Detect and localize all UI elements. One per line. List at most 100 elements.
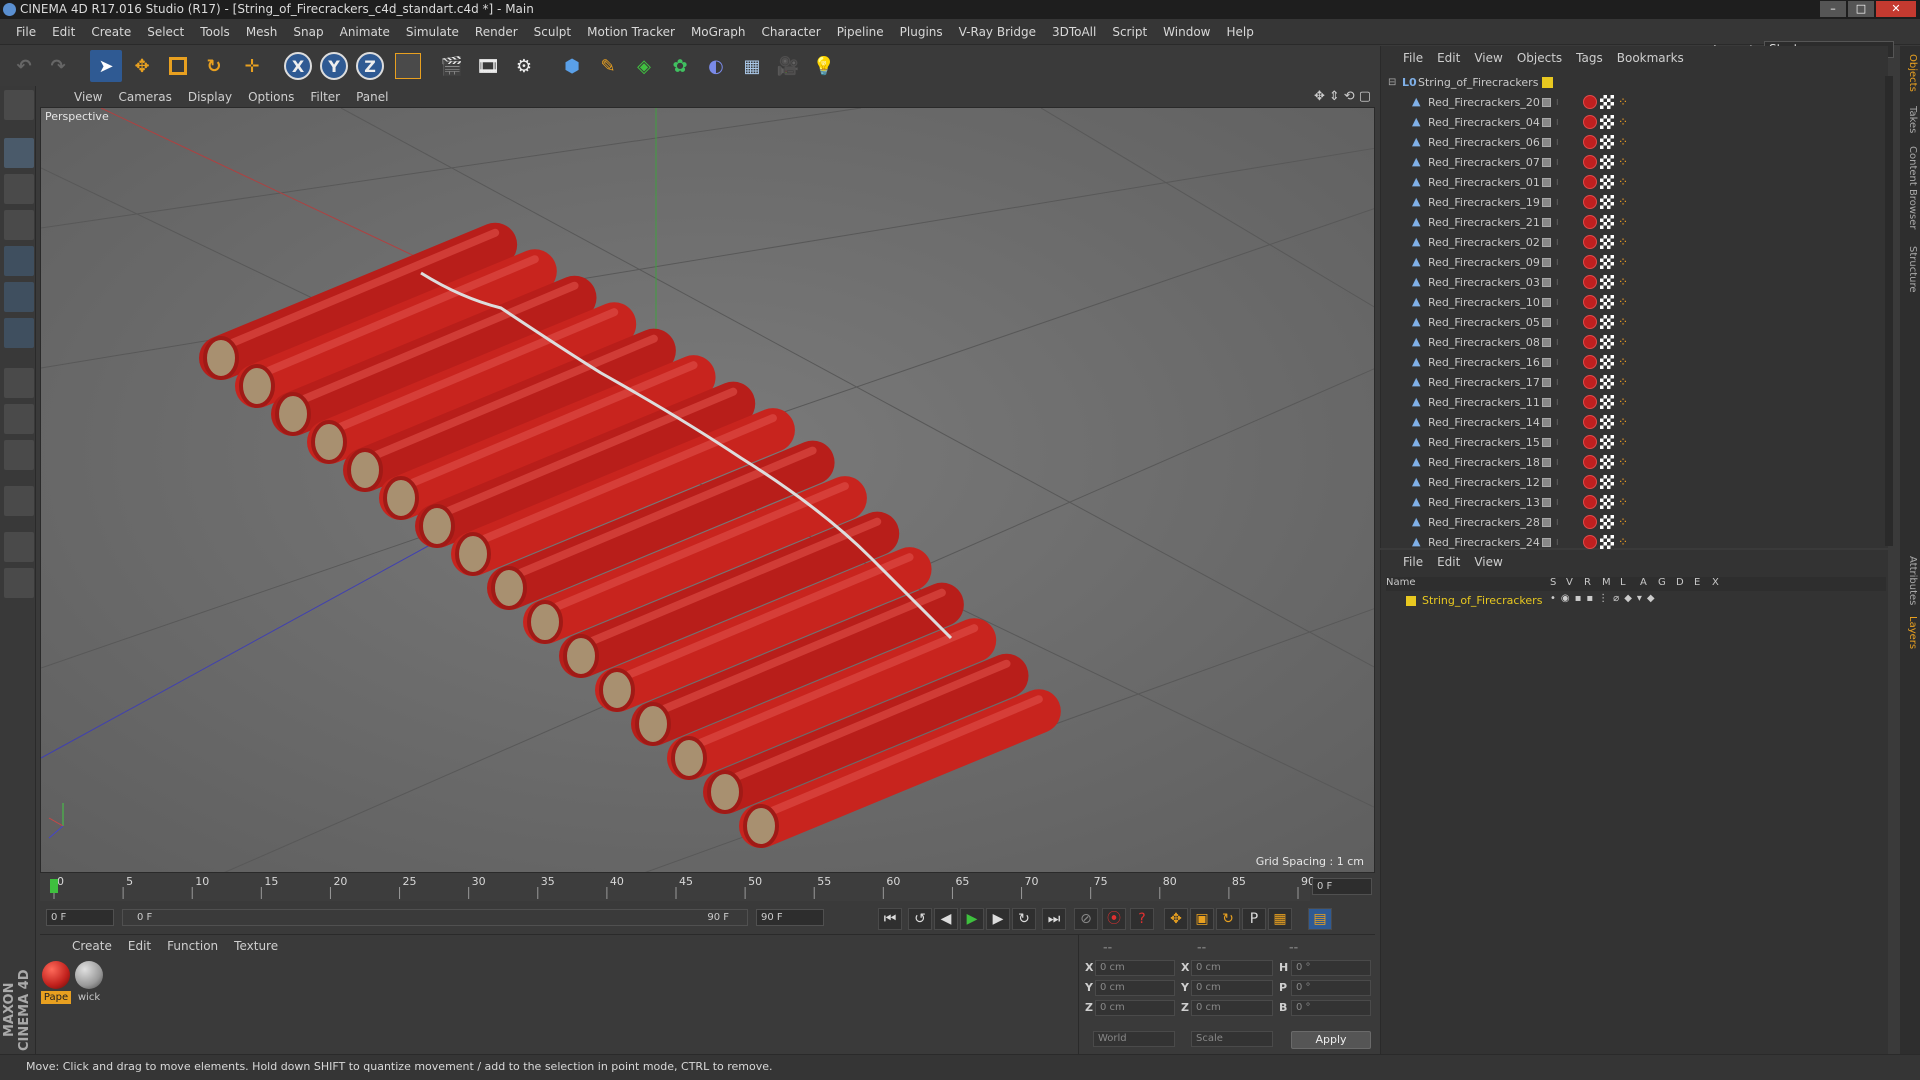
object-row[interactable]: ▲ Red_Firecrackers_17 ⁝ ⁘: [1388, 372, 1883, 392]
workplane-lock-icon[interactable]: [4, 532, 34, 562]
object-row[interactable]: ▲ Red_Firecrackers_05 ⁝ ⁘: [1388, 312, 1883, 332]
phong-tag-icon[interactable]: ⁘: [1618, 235, 1628, 249]
material-paper[interactable]: Pape: [41, 961, 71, 1004]
polygons-mode-icon[interactable]: [4, 318, 34, 348]
texture-tag-icon[interactable]: [1600, 295, 1614, 309]
layer-status-icon[interactable]: [1542, 137, 1551, 147]
viewport-maximize-icon[interactable]: ▢: [1359, 89, 1371, 104]
rot-h-field[interactable]: 0 °: [1291, 960, 1371, 976]
visibility-dots-icon[interactable]: ⁝: [1556, 198, 1559, 207]
material-tag-icon[interactable]: [1583, 195, 1597, 209]
object-row[interactable]: ▲ Red_Firecrackers_11 ⁝ ⁘: [1388, 392, 1883, 412]
cloner-icon[interactable]: ✿: [664, 50, 696, 82]
texture-tag-icon[interactable]: [1600, 375, 1614, 389]
texture-tag-icon[interactable]: [1600, 495, 1614, 509]
obj-menu-file[interactable]: File: [1396, 51, 1430, 65]
material-tag-icon[interactable]: [1583, 115, 1597, 129]
visibility-dots-icon[interactable]: ⁝: [1556, 318, 1559, 327]
phong-tag-icon[interactable]: ⁘: [1618, 195, 1628, 209]
layer-status-icon[interactable]: [1542, 457, 1551, 467]
menu-snap[interactable]: Snap: [285, 25, 331, 39]
live-selection-icon[interactable]: ➤: [90, 50, 122, 82]
menu-window[interactable]: Window: [1155, 25, 1218, 39]
material-tag-icon[interactable]: [1583, 415, 1597, 429]
texture-tag-icon[interactable]: [1600, 415, 1614, 429]
texture-tag-icon[interactable]: [1600, 315, 1614, 329]
viewport-menu-panel[interactable]: Panel: [348, 90, 396, 104]
material-menu-texture[interactable]: Texture: [226, 939, 286, 953]
phong-tag-icon[interactable]: ⁘: [1618, 215, 1628, 229]
material-tag-icon[interactable]: [1583, 535, 1597, 549]
go-to-end-icon[interactable]: ⏭: [1042, 908, 1066, 930]
material-tag-icon[interactable]: [1583, 395, 1597, 409]
play-forward-icon[interactable]: ▶: [960, 908, 984, 930]
texture-tag-icon[interactable]: [1600, 255, 1614, 269]
layer-status-icon[interactable]: [1542, 317, 1551, 327]
tweak-mode-icon[interactable]: [4, 404, 34, 434]
texture-tag-icon[interactable]: [1600, 155, 1614, 169]
layer-menu-edit[interactable]: Edit: [1430, 555, 1467, 569]
recent-tool-icon[interactable]: ✛: [236, 50, 268, 82]
menu-edit[interactable]: Edit: [44, 25, 83, 39]
viewport-menu-filter[interactable]: Filter: [302, 90, 348, 104]
rotation-key-icon[interactable]: ↻: [1216, 908, 1240, 930]
point-level-key-icon[interactable]: ▦: [1268, 908, 1292, 930]
object-row[interactable]: ▲ Red_Firecrackers_15 ⁝ ⁘: [1388, 432, 1883, 452]
undo-icon[interactable]: ↶: [8, 50, 40, 82]
visibility-dots-icon[interactable]: ⁝: [1556, 518, 1559, 527]
object-row[interactable]: ▲ Red_Firecrackers_28 ⁝ ⁘: [1388, 512, 1883, 532]
layer-menu-file[interactable]: File: [1396, 555, 1430, 569]
material-tag-icon[interactable]: [1583, 295, 1597, 309]
phong-tag-icon[interactable]: ⁘: [1618, 175, 1628, 189]
menu-mesh[interactable]: Mesh: [238, 25, 286, 39]
playhead[interactable]: [50, 879, 58, 893]
layer-row[interactable]: String_of_Firecrackers •◉▪▪⋮⌀◆▾◆: [1386, 593, 1886, 609]
y-axis-lock-icon[interactable]: Y: [318, 50, 350, 82]
phong-tag-icon[interactable]: ⁘: [1618, 315, 1628, 329]
texture-tag-icon[interactable]: [1600, 115, 1614, 129]
visibility-dots-icon[interactable]: ⁝: [1556, 478, 1559, 487]
object-row[interactable]: ▲ Red_Firecrackers_20 ⁝ ⁘: [1388, 92, 1883, 112]
phong-tag-icon[interactable]: ⁘: [1618, 535, 1628, 549]
visibility-dots-icon[interactable]: ⁝: [1556, 378, 1559, 387]
material-tag-icon[interactable]: [1583, 315, 1597, 329]
menu-tools[interactable]: Tools: [192, 25, 238, 39]
layer-status-icon[interactable]: [1542, 177, 1551, 187]
size-y-field[interactable]: 0 cm: [1191, 980, 1273, 996]
rot-b-field[interactable]: 0 °: [1291, 1000, 1371, 1016]
obj-menu-tags[interactable]: Tags: [1569, 51, 1610, 65]
tab-objects[interactable]: Objects: [1902, 54, 1918, 92]
size-z-field[interactable]: 0 cm: [1191, 1000, 1273, 1016]
material-menu-create[interactable]: Create: [64, 939, 120, 953]
menu-3dtoall[interactable]: 3DToAll: [1044, 25, 1104, 39]
object-row[interactable]: ▲ Red_Firecrackers_18 ⁝ ⁘: [1388, 452, 1883, 472]
spline-pen-icon[interactable]: ✎: [592, 50, 624, 82]
phong-tag-icon[interactable]: ⁘: [1618, 435, 1628, 449]
viewport-rotate-icon[interactable]: ⟲: [1344, 89, 1355, 104]
material-tag-icon[interactable]: [1583, 215, 1597, 229]
visibility-dots-icon[interactable]: ⁝: [1556, 398, 1559, 407]
visibility-dots-icon[interactable]: ⁝: [1556, 538, 1559, 547]
texture-tag-icon[interactable]: [1600, 335, 1614, 349]
record-keys-icon[interactable]: ⊘: [1074, 908, 1098, 930]
floor-icon[interactable]: ▦: [736, 50, 768, 82]
tab-layers[interactable]: Layers: [1902, 616, 1918, 649]
axis-mode-icon[interactable]: [4, 368, 34, 398]
texture-tag-icon[interactable]: [1600, 475, 1614, 489]
material-tag-icon[interactable]: [1583, 515, 1597, 529]
range-slider[interactable]: 0 F 90 F: [122, 909, 748, 926]
viewport-zoom-icon[interactable]: ⇕: [1329, 89, 1340, 104]
tab-structure[interactable]: Structure: [1902, 246, 1918, 293]
layer-status-icon[interactable]: [1542, 357, 1551, 367]
material-menu-edit[interactable]: Edit: [120, 939, 159, 953]
viewport-menu-view[interactable]: View: [66, 90, 110, 104]
phong-tag-icon[interactable]: ⁘: [1618, 355, 1628, 369]
material-tag-icon[interactable]: [1583, 335, 1597, 349]
texture-tag-icon[interactable]: [1600, 515, 1614, 529]
obj-menu-view[interactable]: View: [1467, 51, 1509, 65]
layer-status-icon[interactable]: [1542, 257, 1551, 267]
edges-mode-icon[interactable]: [4, 282, 34, 312]
collapse-icon[interactable]: ⊟: [1388, 77, 1396, 88]
render-view-icon[interactable]: 🎬: [436, 50, 468, 82]
menu-create[interactable]: Create: [83, 25, 139, 39]
